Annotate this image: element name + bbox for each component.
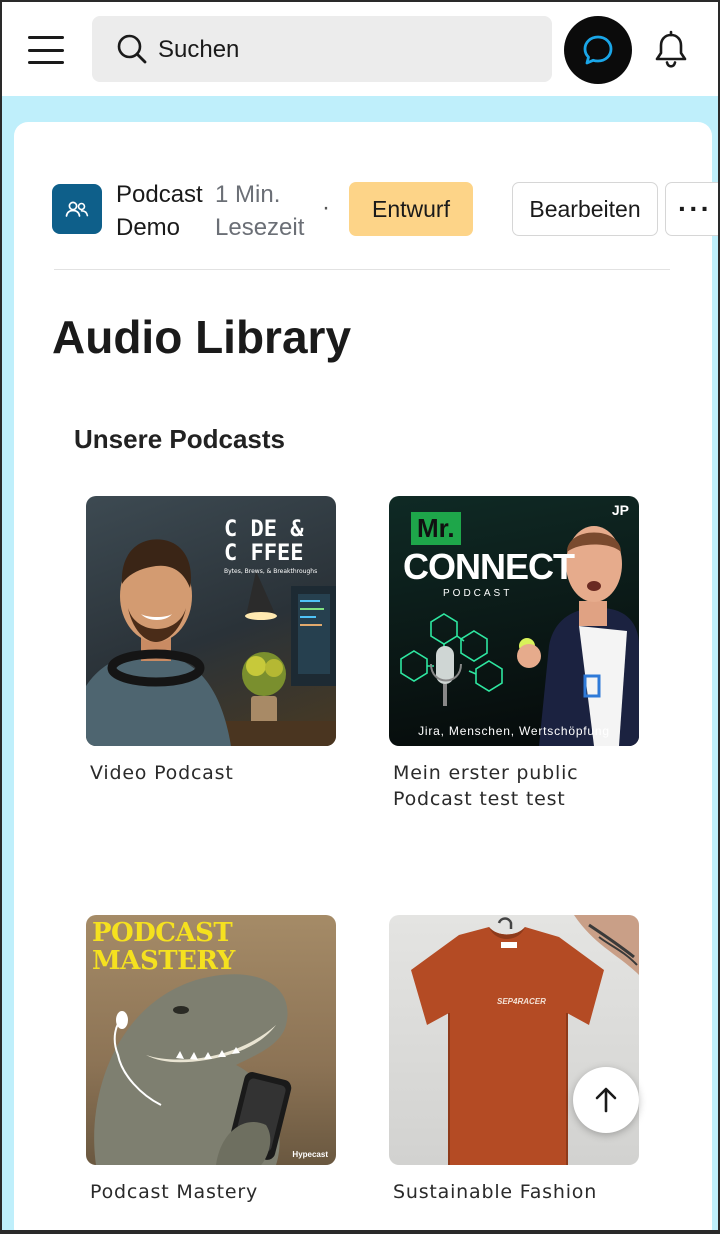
cover-title-line1: C DE & (224, 517, 304, 542)
arrow-up-icon (595, 1087, 617, 1113)
cover-footer: Jira, Menschen, Wertschöpfung (418, 724, 610, 738)
cover-title-line2: MASTERY (92, 946, 235, 976)
page-title: Audio Library (52, 311, 352, 363)
meta-separator: · (322, 194, 330, 221)
podcast-card-video-podcast[interactable]: C DE & C FFEE Bytes, Brews, & Breakthrou… (86, 496, 336, 786)
edit-button[interactable]: Bearbeiten (512, 182, 658, 236)
search-icon (117, 34, 147, 64)
top-bar: Suchen (2, 2, 718, 96)
cover-badge: Mr. (411, 512, 461, 545)
podcast-cover-image[interactable]: PODCAST MASTERY Hypecast (86, 915, 336, 1165)
meta-divider (54, 269, 670, 270)
app-frame: Suchen Podcast Demo 1 Min. Lesezeit · En… (0, 0, 720, 1234)
search-placeholder: Suchen (158, 36, 240, 63)
more-options-button[interactable]: ··· (665, 182, 718, 236)
search-input[interactable]: Suchen (92, 16, 552, 82)
hamburger-menu-icon[interactable] (24, 32, 68, 68)
podcast-card-mr-connect[interactable]: Mr. CONNECT PODCAST JP Jira, Menschen, W… (389, 496, 639, 812)
podcast-title[interactable]: Video Podcast (86, 760, 336, 786)
author-name[interactable]: Podcast Demo (116, 178, 216, 244)
chat-button[interactable] (564, 16, 632, 84)
cover-title: CONNECT (403, 546, 575, 587)
podcast-cover-image[interactable]: Mr. CONNECT PODCAST JP Jira, Menschen, W… (389, 496, 639, 746)
podcast-title[interactable]: Mein erster public Podcast test test (389, 760, 639, 812)
cover-title-line1: PODCAST (92, 918, 233, 948)
cover-title-line2: C FFEE (224, 541, 304, 566)
cover-subtitle: Bytes, Brews, & Breakthroughs (224, 568, 318, 575)
cover-brand: Hypecast (292, 1150, 328, 1159)
users-icon (65, 201, 89, 217)
read-time: 1 Min. Lesezeit (215, 181, 305, 241)
bell-icon[interactable] (652, 30, 690, 70)
podcast-cover-image[interactable]: C DE & C FFEE Bytes, Brews, & Breakthrou… (86, 496, 336, 746)
podcast-card-podcast-mastery[interactable]: PODCAST MASTERY Hypecast Podcast Mastery (86, 915, 336, 1205)
podcast-title[interactable]: Sustainable Fashion (389, 1179, 639, 1205)
chat-bubble-icon (583, 35, 613, 65)
draft-status-badge: Entwurf (349, 182, 473, 236)
author-avatar[interactable] (52, 184, 102, 234)
cover-subtitle: PODCAST (443, 588, 513, 599)
section-title: Unsere Podcasts (74, 424, 285, 454)
cover-logo: JP (611, 502, 629, 518)
podcast-card-sustainable-fashion[interactable]: SEP4RACER Sustainable Fashion (389, 915, 639, 1205)
podcast-title[interactable]: Podcast Mastery (86, 1179, 336, 1205)
scroll-to-top-button[interactable] (573, 1067, 639, 1133)
cover-shirt-text: SEP4RACER (497, 997, 546, 1006)
